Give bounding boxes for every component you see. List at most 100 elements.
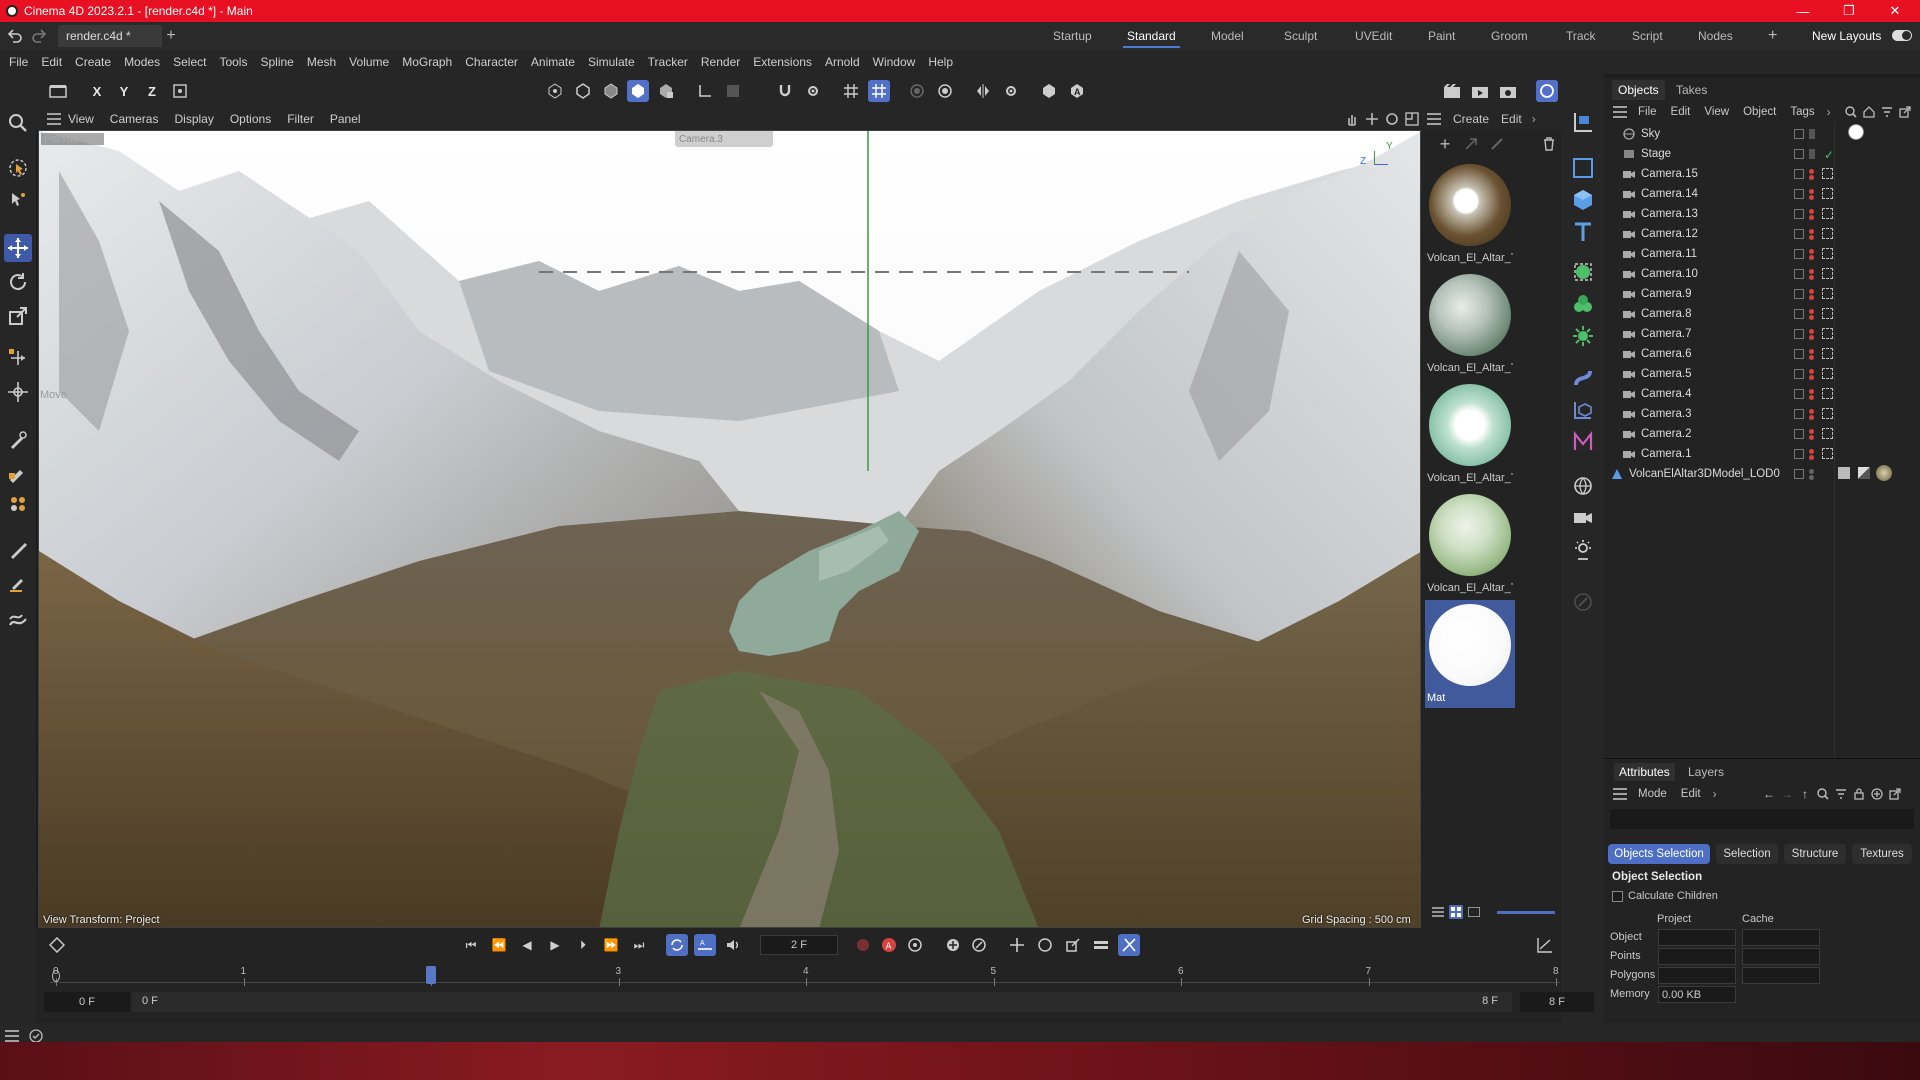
key-position-icon[interactable] [942, 934, 964, 956]
previous-frame-button[interactable]: ◀ [516, 934, 538, 956]
layout-tab-uvedit[interactable]: UVEdit [1355, 22, 1392, 50]
subtab-textures[interactable]: Textures [1852, 844, 1912, 864]
layer-toggle[interactable] [1794, 169, 1804, 179]
layout-tab-paint[interactable]: Paint [1428, 22, 1455, 50]
editor-visibility-dot[interactable] [1809, 469, 1814, 474]
camera-target-tag-icon[interactable] [1822, 448, 1833, 459]
render-view-icon[interactable] [1441, 80, 1463, 102]
viewport-menu-display[interactable]: Display [174, 112, 213, 126]
go-to-end-button[interactable]: ⏭ [628, 934, 650, 956]
layer-toggle[interactable] [1794, 309, 1804, 319]
add-layout-button[interactable]: + [1768, 22, 1777, 50]
search-icon[interactable] [1816, 787, 1830, 801]
render-visibility-dot[interactable] [1809, 315, 1814, 320]
timeline-playhead[interactable] [426, 966, 436, 984]
axis-y-lock[interactable]: Y [113, 80, 135, 102]
camera-target-tag-icon[interactable] [1822, 188, 1833, 199]
objects-menu-view[interactable]: View [1704, 106, 1729, 118]
menu-mograph[interactable]: MoGraph [402, 55, 452, 69]
objects-menu-edit[interactable]: Edit [1671, 106, 1691, 118]
primitive-cube-icon[interactable] [1569, 186, 1597, 214]
redshift-icon[interactable] [1536, 80, 1558, 102]
layer-toggle[interactable] [1794, 349, 1804, 359]
live-selection-icon[interactable] [4, 154, 32, 182]
render-visibility-dot[interactable] [1809, 295, 1814, 300]
menu-tracker[interactable]: Tracker [648, 55, 688, 69]
current-frame-field[interactable]: 2 F [760, 935, 838, 955]
render-visibility-dot[interactable] [1809, 215, 1814, 220]
menu-help[interactable]: Help [928, 55, 953, 69]
home-icon[interactable] [1862, 105, 1876, 119]
render-visibility-dot[interactable] [1809, 335, 1814, 340]
layer-toggle[interactable] [1794, 329, 1804, 339]
camera-target-tag-icon[interactable] [1822, 288, 1833, 299]
layout-tab-model[interactable]: Model [1211, 22, 1244, 50]
layer-toggle[interactable] [1794, 449, 1804, 459]
spline-sketch-icon[interactable] [4, 458, 32, 486]
render-visibility-dot[interactable] [1809, 415, 1814, 420]
editor-visibility-dot[interactable] [1809, 169, 1814, 174]
layer-toggle[interactable] [1794, 229, 1804, 239]
layout-tab-track[interactable]: Track [1566, 22, 1596, 50]
solo-off-icon[interactable] [906, 80, 928, 102]
spline-pen-icon[interactable] [4, 426, 32, 454]
render-visibility-dot[interactable] [1809, 435, 1814, 440]
editor-visibility-dot[interactable] [1809, 329, 1814, 334]
viewport-menu-view[interactable]: View [68, 112, 94, 126]
solo-mode-icon[interactable] [934, 80, 956, 102]
play-button[interactable]: ▶ [544, 934, 566, 956]
attributes-menu-edit[interactable]: Edit [1681, 788, 1701, 800]
scale-tool-icon[interactable] [4, 302, 32, 330]
render-visibility-dot[interactable] [1809, 475, 1814, 480]
effector-icon[interactable] [1569, 322, 1597, 350]
snap-settings-icon[interactable] [802, 80, 824, 102]
new-window-icon[interactable] [1898, 105, 1912, 119]
viewport-menu-panel[interactable]: Panel [330, 112, 361, 126]
layout-tab-standard[interactable]: Standard [1123, 22, 1180, 50]
render-visibility-dot[interactable] [1809, 255, 1814, 260]
edges-mode-icon[interactable] [572, 80, 594, 102]
objects-menu-object[interactable]: Object [1743, 106, 1776, 118]
camera-target-tag-icon[interactable] [1822, 208, 1833, 219]
tweak-mode-icon[interactable] [722, 80, 744, 102]
objects-hamburger-icon[interactable] [1608, 106, 1632, 118]
render-visibility-dot[interactable] [1809, 275, 1814, 280]
polygons-mode-icon[interactable] [600, 80, 622, 102]
new-window-icon[interactable] [1888, 787, 1902, 801]
editor-visibility-dot[interactable] [1809, 449, 1814, 454]
object-mode-icon[interactable] [627, 80, 649, 102]
menu-select[interactable]: Select [173, 55, 206, 69]
material-edit-icon[interactable] [1487, 134, 1507, 154]
phong-tag-icon[interactable] [1838, 467, 1850, 479]
layer-toggle[interactable] [1794, 269, 1804, 279]
tab-takes[interactable]: Takes [1676, 80, 1707, 100]
placement-tool-icon[interactable] [4, 378, 32, 406]
layout-tab-startup[interactable]: Startup [1053, 22, 1092, 50]
subdivision-icon[interactable] [1038, 80, 1060, 102]
cloner-tool-icon[interactable] [4, 490, 32, 518]
tag-object-icon[interactable] [1569, 588, 1597, 616]
menu-create[interactable]: Create [75, 55, 111, 69]
layer-toggle[interactable] [1794, 289, 1804, 299]
coordinate-system-icon[interactable] [169, 80, 191, 102]
editor-visibility-dot[interactable] [1809, 429, 1814, 434]
search-icon[interactable] [1844, 105, 1858, 119]
menu-modes[interactable]: Modes [124, 55, 160, 69]
layout-tab-nodes[interactable]: Nodes [1698, 22, 1733, 50]
attributes-hamburger-icon[interactable] [1608, 788, 1632, 800]
camera-target-tag-icon[interactable] [1822, 248, 1833, 259]
workplane-grid-icon[interactable] [840, 80, 862, 102]
material-menu-edit[interactable]: Edit [1501, 112, 1522, 126]
material-hamburger-icon[interactable] [1421, 113, 1447, 125]
layer-toggle[interactable] [1794, 149, 1804, 159]
camera-target-tag-icon[interactable] [1822, 368, 1833, 379]
layer-toggle[interactable] [1794, 469, 1804, 479]
symmetry-icon[interactable] [972, 80, 994, 102]
keyframe-selection-icon[interactable] [904, 934, 926, 956]
environment-globe-icon[interactable] [1569, 472, 1597, 500]
field-object-icon[interactable] [1569, 396, 1597, 424]
tab-layers[interactable]: Layers [1688, 763, 1724, 781]
timeline-graph-icon[interactable] [1534, 934, 1556, 956]
menu-character[interactable]: Character [465, 55, 518, 69]
text-object-icon[interactable] [1569, 218, 1597, 246]
